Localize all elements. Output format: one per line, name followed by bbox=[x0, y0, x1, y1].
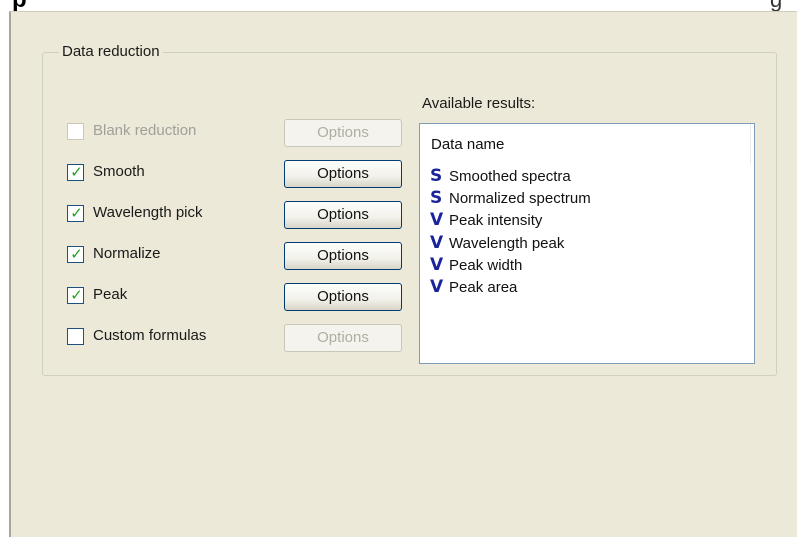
peak-options-button[interactable]: Options bbox=[284, 283, 402, 311]
value-type-icon: V bbox=[430, 255, 444, 275]
custom-formulas-options-button[interactable]: Options bbox=[284, 324, 402, 352]
data-name-column-header[interactable]: Data name bbox=[431, 136, 504, 153]
settings-panel: Data reduction Blank reduction Options ✓… bbox=[9, 11, 797, 537]
smooth-checkbox[interactable]: ✓ bbox=[67, 163, 84, 181]
check-mark-icon: ✓ bbox=[70, 163, 83, 181]
value-type-icon: V bbox=[430, 277, 444, 297]
normalize-options-button[interactable]: Options bbox=[284, 242, 402, 270]
blank-reduction-checkbox[interactable] bbox=[67, 123, 84, 140]
list-item-label: Smoothed spectra bbox=[449, 168, 571, 185]
list-item-label: Peak intensity bbox=[449, 212, 543, 229]
available-results-label: Available results: bbox=[422, 95, 536, 112]
spectrum-type-icon: S bbox=[430, 188, 443, 208]
data-reduction-groupbox: Data reduction Blank reduction Options ✓… bbox=[42, 43, 777, 376]
list-item-label: Peak area bbox=[449, 279, 518, 296]
list-item-label: Normalized spectrum bbox=[449, 190, 591, 207]
smooth-options-button[interactable]: Options bbox=[284, 160, 402, 188]
check-mark-icon: ✓ bbox=[70, 245, 83, 263]
peak-checkbox[interactable]: ✓ bbox=[67, 286, 84, 304]
blank-reduction-label: Blank reduction bbox=[93, 122, 197, 139]
list-item-label: Wavelength peak bbox=[449, 235, 565, 252]
group-title: Data reduction bbox=[59, 43, 163, 60]
custom-formulas-checkbox[interactable] bbox=[67, 328, 84, 345]
wavelength-pick-label: Wavelength pick bbox=[93, 204, 203, 221]
custom-formulas-label: Custom formulas bbox=[93, 327, 207, 344]
check-mark-icon: ✓ bbox=[70, 286, 83, 304]
check-mark-icon: ✓ bbox=[70, 204, 83, 222]
wavelength-pick-options-button[interactable]: Options bbox=[284, 201, 402, 229]
spectrum-type-icon: S bbox=[430, 166, 443, 186]
value-type-icon: V bbox=[430, 233, 444, 253]
value-type-icon: V bbox=[430, 210, 444, 230]
list-item-label: Peak width bbox=[449, 257, 523, 274]
normalize-checkbox[interactable]: ✓ bbox=[67, 245, 84, 263]
column-divider bbox=[750, 124, 751, 164]
available-results-listbox[interactable]: Data name S Smoothed spectra S Normalize… bbox=[419, 123, 755, 364]
peak-label: Peak bbox=[93, 286, 128, 303]
blank-reduction-options-button[interactable]: Options bbox=[284, 119, 402, 147]
smooth-label: Smooth bbox=[93, 163, 145, 180]
normalize-label: Normalize bbox=[93, 245, 161, 262]
wavelength-pick-checkbox[interactable]: ✓ bbox=[67, 204, 84, 222]
